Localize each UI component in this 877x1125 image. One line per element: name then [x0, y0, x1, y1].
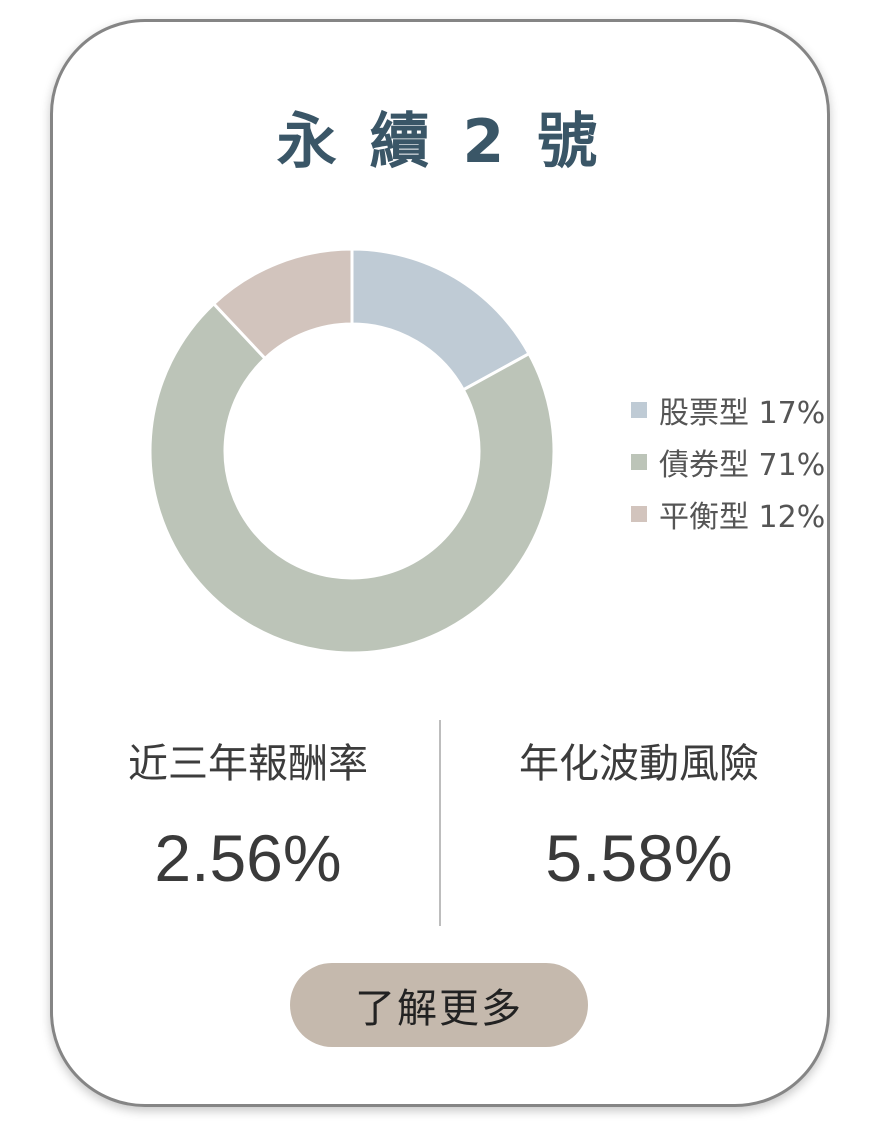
portfolio-card: 永 續 2 號 股票型 17% 債券型 71% 平衡型 12% 近三年報酬率 2…: [50, 19, 830, 1107]
volatility-label: 年化波動風險: [519, 741, 759, 787]
stats-divider: [439, 720, 441, 926]
allocation-donut-chart: [148, 247, 556, 655]
legend-label-bond: 債券型 71%: [659, 448, 826, 483]
legend-swatch-balanced: [631, 506, 647, 522]
legend-label-stock: 股票型 17%: [659, 396, 826, 431]
legend-item-balanced: 平衡型 12%: [631, 488, 825, 540]
legend-item-stock: 股票型 17%: [631, 384, 825, 436]
return-value: 2.56%: [154, 821, 342, 895]
learn-more-button[interactable]: 了解更多: [290, 963, 588, 1047]
portfolio-title: 永 續 2 號: [276, 107, 604, 177]
volatility-value: 5.58%: [545, 821, 733, 895]
chart-legend: 股票型 17% 債券型 71% 平衡型 12%: [631, 384, 825, 540]
legend-item-bond: 債券型 71%: [631, 436, 825, 488]
legend-swatch-stock: [631, 402, 647, 418]
legend-label-balanced: 平衡型 12%: [659, 500, 826, 535]
return-label: 近三年報酬率: [128, 741, 368, 787]
legend-swatch-bond: [631, 454, 647, 470]
